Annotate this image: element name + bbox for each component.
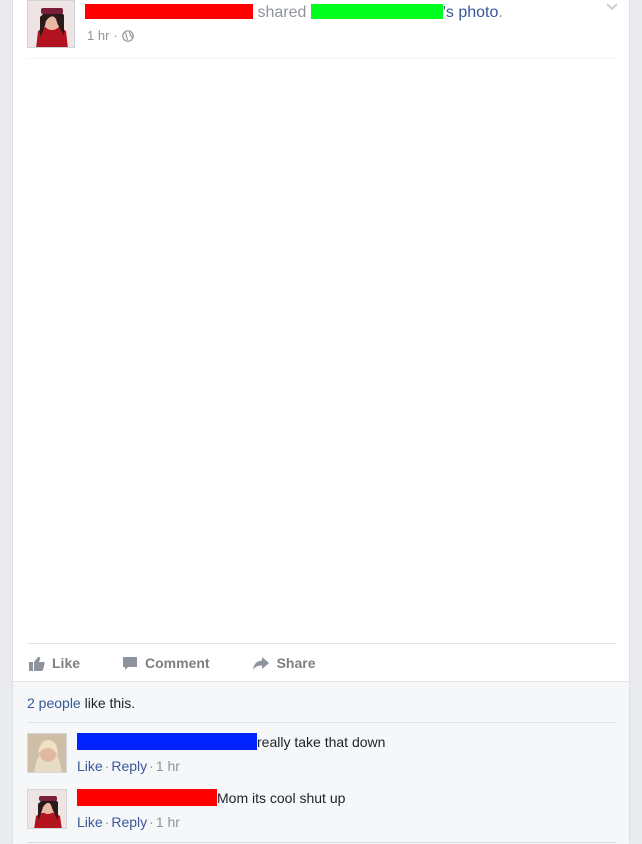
redacted-author-name[interactable]: [85, 4, 253, 19]
photo-link[interactable]: 's photo: [443, 4, 499, 21]
share-button[interactable]: Share: [252, 655, 316, 671]
meta-dot: ·: [149, 758, 154, 774]
comment-like-link[interactable]: Like: [77, 758, 103, 774]
like-label: Like: [52, 655, 81, 671]
headline-period: .: [498, 4, 503, 21]
share-arrow-icon: [252, 656, 269, 670]
post-headline: shared 's photo.: [85, 3, 503, 23]
comment-meta: Like · Reply · 1 hr: [77, 814, 345, 830]
comment-label: Comment: [145, 655, 210, 671]
comment-line: really take that down: [77, 733, 385, 751]
author-avatar-image: [28, 1, 74, 47]
shared-photo[interactable]: [27, 58, 617, 641]
commenter-avatar-image: [28, 734, 66, 772]
meta-dot: ·: [104, 814, 110, 830]
comment-body: really take that down Like · Reply · 1 hr: [77, 733, 385, 774]
post-card: shared 's photo. 1 hr · Like Comment Sha…: [12, 0, 630, 844]
commenter-avatar[interactable]: [27, 733, 67, 773]
comment-text: Mom its cool shut up: [217, 790, 346, 806]
share-label: Share: [276, 655, 316, 671]
commenter-avatar-image: [28, 790, 66, 828]
post-timestamp[interactable]: 1 hr: [87, 28, 109, 43]
likes-summary: 2 people like this.: [27, 695, 135, 711]
comment-icon: [123, 656, 138, 670]
chevron-down-icon[interactable]: [605, 2, 619, 12]
redacted-commenter-name[interactable]: [77, 789, 217, 806]
comment-line: Mom its cool shut up: [77, 789, 345, 807]
comment-timestamp[interactable]: 1 hr: [156, 814, 180, 830]
likes-suffix: like this.: [84, 695, 136, 711]
comment-like-link[interactable]: Like: [77, 814, 103, 830]
comment-reply-link[interactable]: Reply: [111, 758, 147, 774]
comment-reply-link[interactable]: Reply: [111, 814, 147, 830]
shared-word: shared: [257, 4, 307, 21]
comment-button[interactable]: Comment: [122, 655, 210, 671]
comment-text: really take that down: [257, 734, 386, 750]
feedback-section: 2 people like this. really take that dow…: [13, 681, 629, 844]
thumbs-up-icon: [29, 656, 45, 671]
redacted-original-poster[interactable]: [310, 4, 443, 19]
commenter-avatar[interactable]: [27, 789, 67, 829]
comment-timestamp[interactable]: 1 hr: [156, 758, 180, 774]
meta-dot: ·: [149, 814, 154, 830]
meta-dot: ·: [104, 758, 110, 774]
globe-icon[interactable]: [121, 29, 134, 42]
meta-separator: ·: [113, 28, 118, 43]
comment-meta: Like · Reply · 1 hr: [77, 758, 385, 774]
post-header: shared 's photo. 1 hr ·: [27, 0, 619, 52]
like-button[interactable]: Like: [29, 655, 80, 671]
post-meta: 1 hr ·: [87, 28, 134, 43]
likes-divider: [27, 722, 617, 723]
comment-body: Mom its cool shut up Like · Reply · 1 hr: [77, 789, 345, 830]
redacted-commenter-name[interactable]: [77, 733, 257, 750]
author-avatar[interactable]: [27, 0, 75, 48]
likes-count-link[interactable]: 2 people: [27, 695, 81, 711]
post-actions: Like Comment Share: [27, 643, 617, 682]
